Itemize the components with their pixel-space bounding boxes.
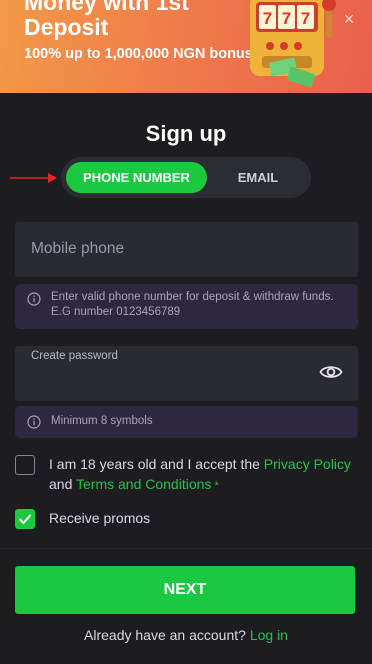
create-password-input[interactable]: Create password <box>15 346 358 401</box>
terms-prefix: I am 18 years old and I accept the <box>49 456 264 472</box>
svg-text:7: 7 <box>282 9 291 28</box>
close-banner-button[interactable]: × <box>340 10 358 28</box>
privacy-policy-link[interactable]: Privacy Policy <box>264 456 351 472</box>
terms-and: and <box>49 476 76 492</box>
login-prompt: Already have an account? Log in <box>0 627 372 643</box>
banner-title: Money with 1st Deposit <box>24 0 254 40</box>
required-mark: * <box>211 480 219 492</box>
tab-phone-number[interactable]: PHONE NUMBER <box>66 162 207 193</box>
account-prompt-text: Already have an account? <box>84 627 250 643</box>
create-password-label: Create password <box>31 350 118 362</box>
receive-promos-checkbox[interactable] <box>15 509 35 529</box>
log-in-link[interactable]: Log in <box>250 627 288 643</box>
password-hint-text: Minimum 8 symbols <box>51 415 153 427</box>
signup-method-toggle: PHONE NUMBER EMAIL <box>61 157 311 198</box>
receive-promos-label: Receive promos <box>49 510 151 526</box>
phone-hint: Enter valid phone number for deposit & w… <box>15 284 358 329</box>
show-password-eye-icon[interactable] <box>319 363 343 381</box>
terms-text: I am 18 years old and I accept the Priva… <box>49 454 361 496</box>
banner-subtitle: 100% up to 1,000,000 NGN bonus <box>24 46 253 62</box>
divider <box>0 548 372 549</box>
info-icon <box>27 292 41 306</box>
tab-email[interactable]: EMAIL <box>209 162 307 193</box>
svg-text:7: 7 <box>263 9 272 28</box>
promo-banner[interactable]: Money with 1st Deposit 100% up to 1,000,… <box>0 0 372 93</box>
page-title: Sign up <box>145 121 227 146</box>
banner-title-line1: Money with 1st <box>24 0 189 15</box>
svg-text:7: 7 <box>301 9 310 28</box>
terms-checkbox[interactable] <box>15 455 35 475</box>
info-icon <box>27 415 41 429</box>
check-icon <box>19 514 31 524</box>
mobile-phone-input[interactable]: Mobile phone <box>15 222 358 277</box>
terms-and-conditions-link[interactable]: Terms and Conditions <box>76 476 211 492</box>
mobile-phone-placeholder: Mobile phone <box>31 240 125 257</box>
password-hint: Minimum 8 symbols <box>15 406 358 438</box>
phone-hint-text: Enter valid phone number for deposit & w… <box>51 291 334 318</box>
banner-title-line2: Deposit <box>24 14 109 40</box>
next-button[interactable]: NEXT <box>15 566 355 614</box>
red-arrow-annotation <box>10 173 57 183</box>
